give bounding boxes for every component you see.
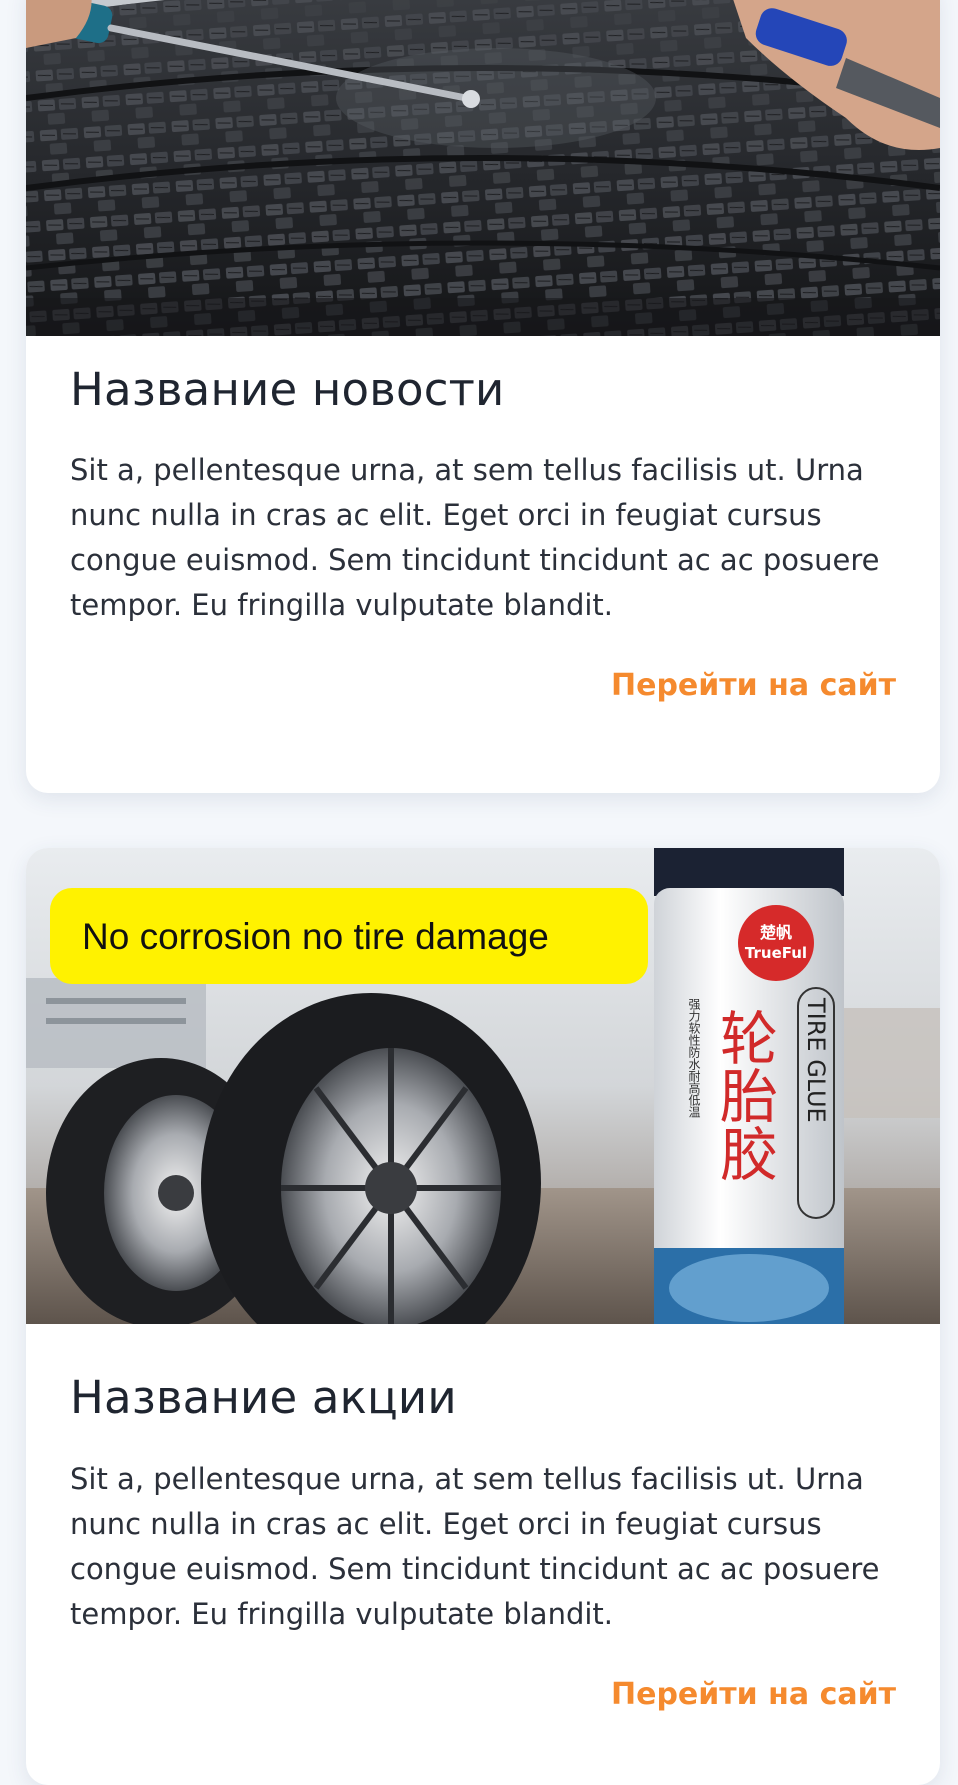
tire-repair-image [26, 0, 940, 336]
promo-badge-text: No corrosion no tire damage [82, 916, 549, 957]
promo-card: No corrosion no tire damage 楚帆 TrueFul 轮… [26, 848, 940, 1785]
news-title: Название новости [70, 363, 505, 416]
bottle-brand-cn: 楚帆 [760, 923, 792, 942]
bottle-product-en: TIRE GLUE [802, 997, 830, 1123]
news-card: Название новости Sit a, pellentesque urn… [26, 0, 940, 793]
bottle-brand: TrueFul [745, 944, 807, 962]
news-description: Sit a, pellentesque urna, at sem tellus … [70, 453, 880, 622]
news-go-to-site-link[interactable]: Перейти на сайт [611, 668, 896, 703]
page: Название новости Sit a, pellentesque urn… [0, 0, 958, 1785]
promo-description: Sit a, pellentesque urna, at sem tellus … [70, 1462, 880, 1631]
tire-glue-image: No corrosion no tire damage 楚帆 TrueFul 轮… [26, 848, 940, 1324]
promo-go-to-site-link[interactable]: Перейти на сайт [611, 1677, 896, 1712]
bottle-subtitle-cn: 强力软性防水耐高低温 [687, 998, 701, 1118]
promo-title: Название акции [70, 1371, 457, 1424]
bottle-product-cn: 轮胎胶 [710, 1008, 778, 1182]
